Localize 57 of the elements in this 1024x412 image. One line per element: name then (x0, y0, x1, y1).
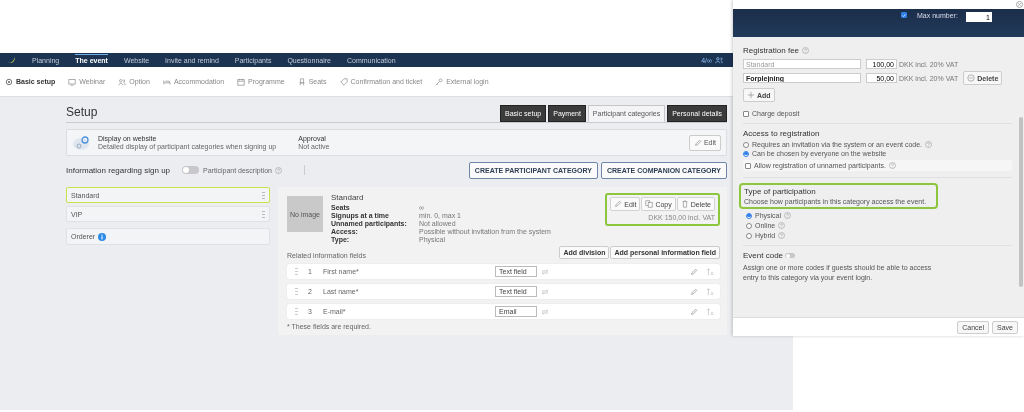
calendar-icon (237, 77, 246, 86)
help-icon[interactable] (778, 232, 786, 239)
swap-icon (541, 288, 549, 295)
key-icon (435, 77, 444, 86)
toggle-switch[interactable] (182, 166, 200, 174)
scrollbar[interactable] (1019, 117, 1023, 287)
section-title: Type of participation (744, 187, 817, 196)
drag-handle-icon (262, 210, 265, 218)
seat-icon (297, 77, 306, 86)
radio-button[interactable] (746, 222, 752, 229)
close-icon[interactable] (1016, 1, 1023, 8)
monitor-icon (68, 77, 77, 86)
display-settings-icon (72, 134, 92, 151)
drag-handle-icon (295, 288, 298, 295)
pencil-icon (690, 267, 698, 276)
section-title: Access to registration (743, 129, 821, 138)
plus-icon (747, 91, 755, 99)
radio-button[interactable] (746, 212, 752, 219)
radio-button[interactable] (743, 150, 749, 157)
page-title: Setup (66, 105, 98, 121)
people-icon (118, 77, 127, 86)
checkbox[interactable] (745, 162, 751, 169)
checkbox[interactable] (901, 12, 907, 18)
minus-circle-icon (967, 74, 976, 82)
info-icon (98, 232, 107, 241)
section-title: Information regarding sign up (66, 165, 171, 175)
help-icon[interactable] (925, 141, 933, 148)
drag-handle-icon (262, 191, 265, 199)
radio-button[interactable] (746, 232, 752, 239)
bed-icon (162, 77, 171, 86)
sort-icon (706, 307, 714, 316)
sort-icon (706, 287, 714, 296)
sort-icon (706, 267, 714, 276)
people-icon[interactable] (715, 56, 723, 64)
section-title: Event code (743, 251, 784, 260)
gear-icon (5, 77, 13, 86)
swap-icon (541, 268, 549, 275)
help-icon[interactable] (778, 222, 786, 229)
help-icon[interactable] (274, 166, 282, 174)
pencil-icon (614, 200, 623, 208)
copy-icon (645, 200, 654, 208)
pencil-icon (690, 307, 698, 316)
radio-button[interactable] (743, 141, 749, 148)
drag-handle-icon (295, 268, 298, 275)
checkbox[interactable] (743, 110, 749, 117)
help-icon[interactable] (888, 162, 896, 169)
drag-handle-icon (295, 308, 298, 315)
category-title: Standard (331, 193, 365, 202)
pencil-icon (690, 287, 698, 296)
toggle-switch[interactable] (785, 253, 796, 258)
pencil-icon (693, 138, 702, 147)
help-icon[interactable] (784, 212, 792, 219)
tag-icon (339, 77, 348, 86)
help-icon[interactable] (802, 47, 810, 54)
trash-icon (680, 200, 689, 208)
swap-icon (541, 308, 549, 315)
section-title: Registration fee (743, 46, 800, 55)
